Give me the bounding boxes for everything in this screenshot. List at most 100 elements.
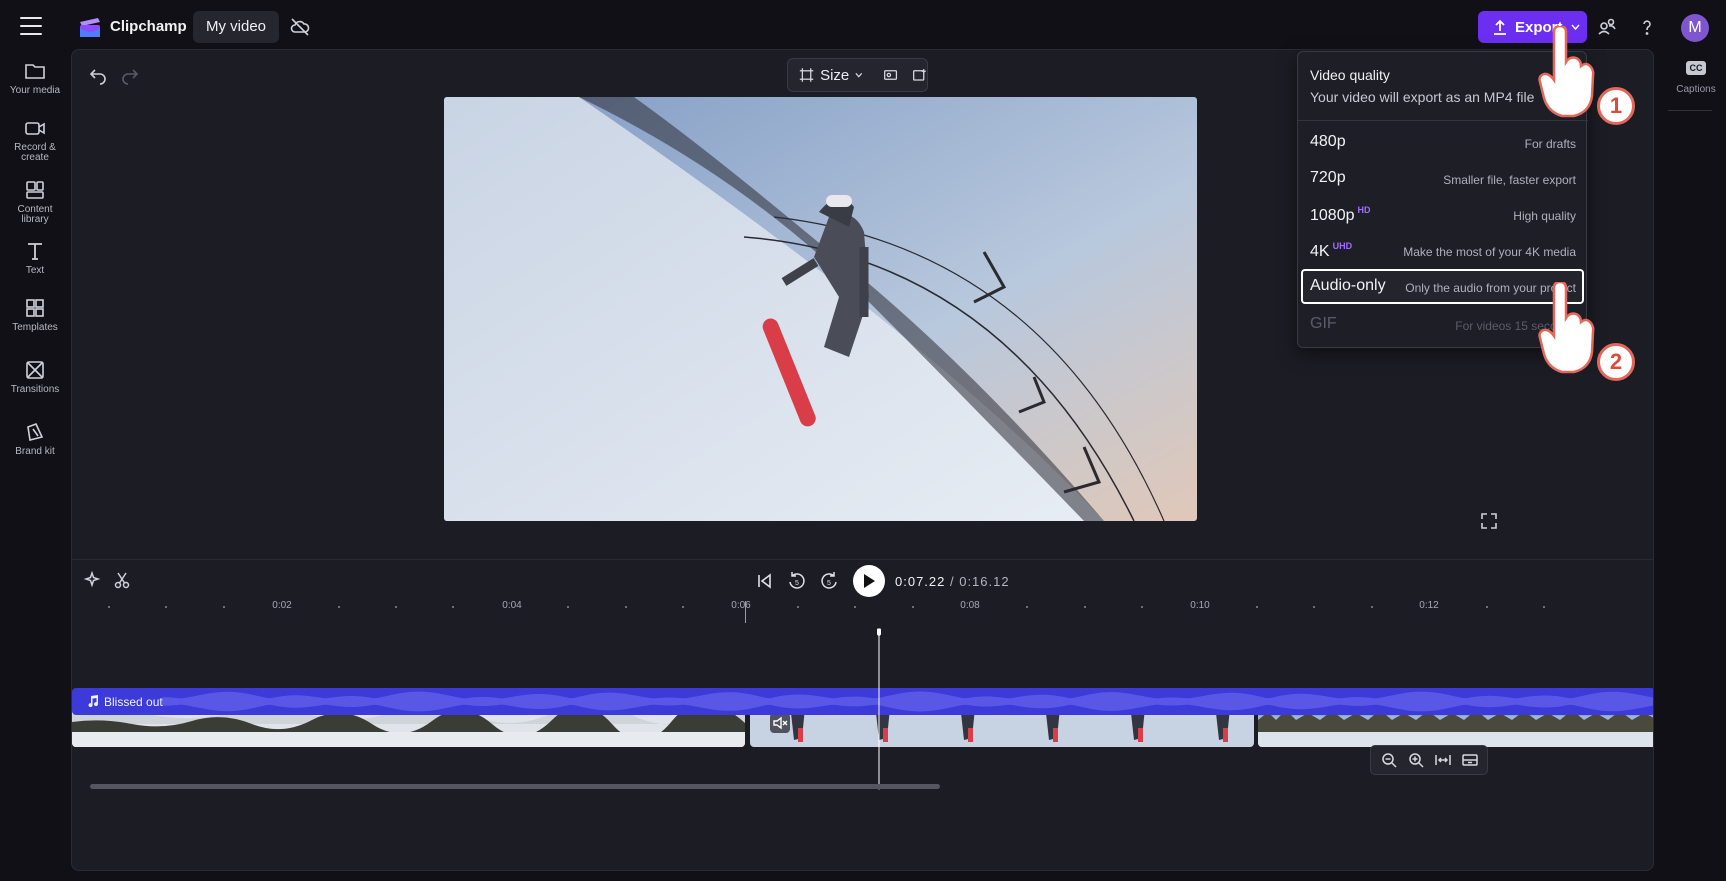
ruler-label: 0:08 xyxy=(960,600,980,611)
ruler-tick xyxy=(395,606,397,608)
quality-option-480p[interactable]: 480p For drafts xyxy=(1301,125,1584,160)
sidebar-item-label: Templates xyxy=(12,322,58,333)
skip-to-start-icon[interactable] xyxy=(755,571,775,591)
time-separator: / xyxy=(945,573,960,589)
svg-text:5: 5 xyxy=(827,580,831,587)
ruler-tick xyxy=(911,606,914,608)
captions-label: Captions xyxy=(1676,84,1716,95)
user-avatar[interactable]: M xyxy=(1681,14,1709,42)
audio-track[interactable]: Blissed out xyxy=(72,688,1653,715)
zoom-in-icon[interactable] xyxy=(1407,751,1425,769)
hd-badge: HD xyxy=(1357,205,1371,215)
sidebar-item-your-media[interactable]: Your media xyxy=(0,60,70,96)
upload-icon xyxy=(1494,19,1506,35)
step-badge-1: 1 xyxy=(1597,87,1635,125)
zoom-controls xyxy=(1370,745,1488,775)
sidebar-item-templates[interactable]: Templates xyxy=(0,297,70,333)
ruler-tick xyxy=(1485,606,1488,608)
cloud-off-icon[interactable] xyxy=(289,16,311,38)
fit-to-width-icon[interactable] xyxy=(1434,751,1452,769)
sidebar-item-record-create[interactable]: Record & create xyxy=(0,117,70,163)
ruler-tick xyxy=(1543,606,1545,608)
rewind-5-icon[interactable]: 5 xyxy=(787,571,807,591)
timeline-scrollbar[interactable] xyxy=(90,784,940,789)
background-remove-icon[interactable] xyxy=(883,66,898,84)
split-marker xyxy=(745,601,746,623)
magic-wand-icon[interactable] xyxy=(83,571,101,589)
sidebar-item-content-library[interactable]: Content library xyxy=(0,179,70,225)
sidebar-item-label: Your media xyxy=(9,85,61,96)
music-note-icon xyxy=(88,695,99,708)
top-bar: Clipchamp My video Export M xyxy=(0,0,1726,54)
ruler-label: 0:10 xyxy=(1190,600,1210,611)
undo-icon[interactable] xyxy=(88,65,108,85)
ruler-tick xyxy=(1313,606,1316,608)
step-badge-2: 2 xyxy=(1597,343,1635,381)
folder-icon xyxy=(25,64,45,79)
quality-description: Smaller file, faster export xyxy=(1443,173,1576,187)
uhd-badge: UHD xyxy=(1332,241,1353,251)
track-height-icon[interactable] xyxy=(1461,751,1479,769)
ruler-label: 0:02 xyxy=(272,600,292,611)
scissors-icon[interactable] xyxy=(113,571,131,589)
captions-button[interactable]: CC Captions xyxy=(1666,58,1726,97)
mute-button[interactable] xyxy=(770,713,790,733)
quality-label: 480p xyxy=(1310,133,1346,150)
transitions-icon xyxy=(26,361,44,379)
project-name-field[interactable]: My video xyxy=(193,11,280,43)
ruler-tick xyxy=(796,606,799,608)
quality-option-720p[interactable]: 720p Smaller file, faster export xyxy=(1301,161,1584,196)
help-icon[interactable] xyxy=(1636,16,1658,38)
ruler-tick xyxy=(222,606,225,608)
ruler-tick xyxy=(1026,606,1029,608)
ruler-tick xyxy=(165,606,168,608)
add-overlay-icon[interactable] xyxy=(912,66,927,84)
menu-divider xyxy=(1298,120,1588,121)
hand-pointer-icon xyxy=(1538,282,1595,374)
sidebar-item-label: Transitions xyxy=(10,384,60,395)
current-time: 0:07.22 xyxy=(895,573,946,589)
brand-kit-icon xyxy=(27,422,44,441)
templates-icon xyxy=(26,299,44,317)
quality-label: 1080p HD xyxy=(1310,205,1371,224)
quality-option-1080p[interactable]: 1080p HD High quality xyxy=(1301,197,1584,232)
ruler-label: 0:12 xyxy=(1419,600,1439,611)
sidebar-item-transitions[interactable]: Transitions xyxy=(0,359,70,395)
playback-controls: 5 5 0:07.22 / 0:16.12 xyxy=(755,564,1010,598)
size-toolbar: Size xyxy=(787,58,928,92)
ruler-tick xyxy=(1083,606,1086,608)
speaker-muted-icon xyxy=(773,716,788,730)
video-preview[interactable] xyxy=(444,97,1197,521)
playhead[interactable] xyxy=(877,548,881,870)
chevron-down-icon xyxy=(855,72,863,78)
library-icon xyxy=(26,181,44,199)
timeline-ruler[interactable]: 0:02 0:04 0:06 0:08 0:10 0:12 xyxy=(72,598,1653,618)
play-icon xyxy=(864,574,875,588)
quality-label: 4K UHD xyxy=(1310,241,1353,260)
ruler-tick xyxy=(1141,606,1144,608)
quality-option-4k[interactable]: 4K UHD Make the most of your 4K media xyxy=(1301,233,1584,268)
forward-5-icon[interactable]: 5 xyxy=(819,571,839,591)
quality-description: Make the most of your 4K media xyxy=(1403,245,1576,259)
audio-waveform xyxy=(162,691,1653,712)
resize-icon xyxy=(799,68,814,82)
camera-icon xyxy=(25,122,45,135)
sidebar-item-text[interactable]: Text xyxy=(0,240,70,276)
ruler-tick xyxy=(337,606,340,608)
panel-divider xyxy=(72,559,1653,560)
quality-description: High quality xyxy=(1513,209,1576,223)
brand-name: Clipchamp xyxy=(110,18,187,35)
audio-track-name: Blissed out xyxy=(104,694,163,709)
sidebar-item-brand-kit[interactable]: Brand kit xyxy=(0,421,70,457)
share-people-icon[interactable] xyxy=(1596,16,1618,38)
quality-label: GIF xyxy=(1310,315,1337,332)
ruler-tick xyxy=(1256,606,1258,608)
menu-icon[interactable] xyxy=(20,17,42,35)
menu-subtitle: Your video will export as an MP4 file xyxy=(1310,89,1535,105)
fullscreen-icon[interactable] xyxy=(1480,512,1498,530)
sidebar-item-label: Record & create xyxy=(14,142,56,163)
clipchamp-editor: Clipchamp My video Export M Your media R… xyxy=(0,0,1726,881)
captions-icon: CC xyxy=(1686,61,1706,75)
zoom-out-icon[interactable] xyxy=(1380,751,1398,769)
size-button[interactable]: Size xyxy=(820,67,849,84)
